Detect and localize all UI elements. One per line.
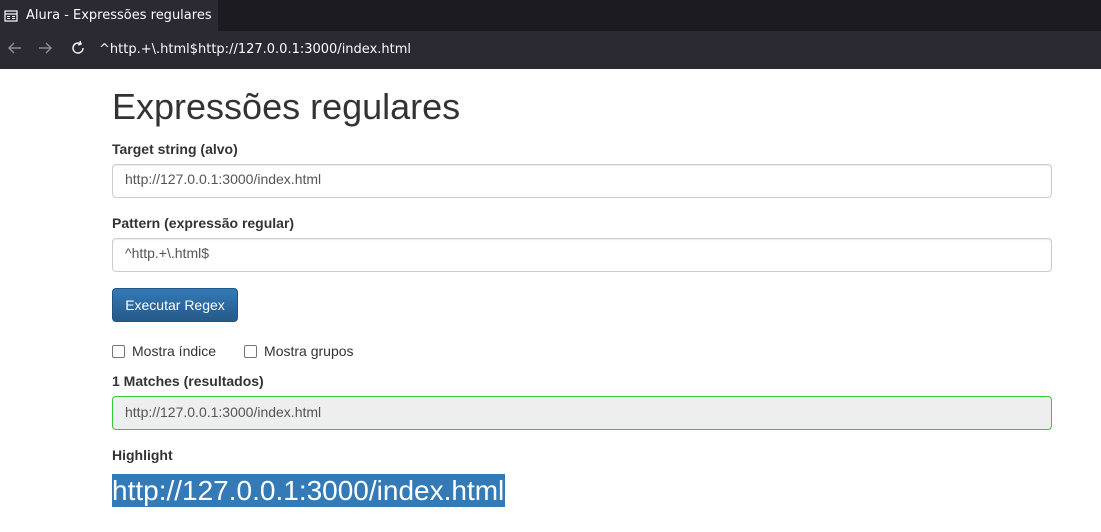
forward-button[interactable] bbox=[30, 35, 60, 65]
address-bar[interactable]: ^http.+\.html$http://127.0.0.1:3000/inde… bbox=[99, 42, 411, 57]
show-groups-label: Mostra grupos bbox=[264, 343, 354, 359]
execute-regex-button[interactable]: Executar Regex bbox=[112, 288, 238, 322]
target-label: Target string (alvo) bbox=[112, 141, 238, 157]
arrow-left-icon bbox=[7, 40, 23, 61]
page-title: Expressões regulares bbox=[112, 86, 461, 127]
browser-tab-bar: Alura - Expressões regulares bbox=[0, 0, 1101, 31]
target-input[interactable]: http://127.0.0.1:3000/index.html bbox=[112, 164, 1052, 198]
reload-icon bbox=[70, 40, 86, 61]
matches-label: 1 Matches (resultados) bbox=[112, 373, 264, 389]
option-show-groups[interactable]: Mostra grupos bbox=[244, 343, 354, 359]
options-group: Mostra índice Mostra grupos bbox=[112, 343, 382, 359]
pattern-input[interactable]: ^http.+\.html$ bbox=[112, 238, 1052, 272]
matches-output: http://127.0.0.1:3000/index.html bbox=[112, 396, 1052, 430]
reload-button[interactable] bbox=[63, 35, 93, 65]
browser-tab[interactable]: Alura - Expressões regulares bbox=[0, 0, 218, 31]
show-index-checkbox[interactable] bbox=[112, 344, 125, 358]
show-groups-checkbox[interactable] bbox=[244, 344, 258, 358]
option-show-index[interactable]: Mostra índice bbox=[112, 343, 216, 359]
highlight-label: Highlight bbox=[112, 447, 173, 463]
tab-title: Alura - Expressões regulares bbox=[26, 8, 212, 23]
show-index-label: Mostra índice bbox=[132, 343, 217, 359]
page-icon bbox=[4, 9, 18, 23]
back-button[interactable] bbox=[0, 35, 30, 65]
pattern-label: Pattern (expressão regular) bbox=[112, 215, 295, 231]
highlight-output: http://127.0.0.1:3000/index.html bbox=[112, 474, 506, 507]
arrow-right-icon bbox=[37, 40, 53, 61]
